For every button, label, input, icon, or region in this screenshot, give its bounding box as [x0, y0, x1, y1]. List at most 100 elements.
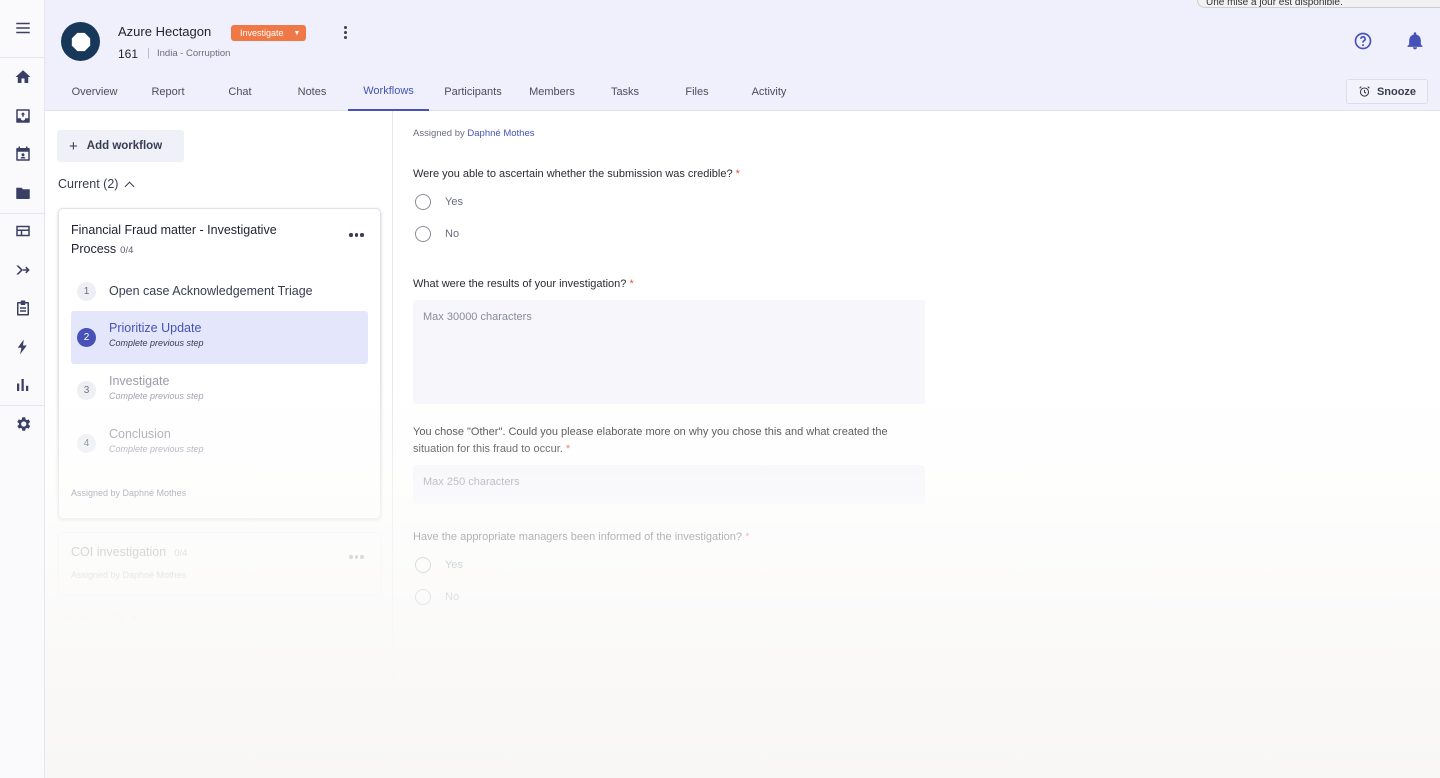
results-textarea[interactable]: Max 30000 characters	[413, 300, 925, 404]
assigned-prefix: Assigned by	[413, 128, 465, 139]
question-text: What were the results of your investigat…	[413, 278, 627, 290]
previous-workflows-toggle[interactable]: Previous (2) ▾	[58, 611, 137, 625]
radio-managers-no[interactable]: No	[415, 589, 459, 605]
required-mark: *	[745, 531, 750, 543]
question-results: What were the results of your investigat…	[413, 276, 634, 293]
tab-participants[interactable]: Participants	[437, 72, 509, 111]
step-number: 2	[77, 328, 96, 347]
snooze-button[interactable]: Snooze	[1346, 79, 1428, 104]
tab-chat[interactable]: Chat	[205, 72, 275, 111]
calendar-icon[interactable]	[0, 137, 45, 171]
case-logo	[61, 22, 100, 61]
workflow-card[interactable]: COI investigation 0/4 Assigned by Daphné …	[58, 532, 381, 595]
plus-icon: +	[69, 137, 78, 155]
chevron-down-icon: ▾	[130, 611, 137, 625]
tab-activity[interactable]: Activity	[738, 72, 800, 111]
alarm-clock-icon	[1359, 86, 1370, 97]
radio-managers-yes[interactable]: Yes	[415, 557, 463, 573]
tab-members[interactable]: Members	[517, 72, 587, 111]
workflow-title-text: Financial Fraud matter - Investigative P…	[71, 223, 277, 256]
workflow-assigned: Assigned by Daphné Mothes	[71, 570, 187, 580]
question-credible: Were you able to ascertain whether the s…	[413, 166, 740, 183]
required-mark: *	[565, 443, 571, 455]
add-workflow-label: Add workflow	[86, 140, 163, 152]
step-status: Complete previous step	[109, 391, 204, 401]
question-text-line1: You chose "Other". Could you please elab…	[413, 426, 888, 438]
radio-label: No	[445, 591, 460, 603]
radio-circle[interactable]	[415, 194, 431, 210]
workflow-step-form: Assigned by Daphné Mothes Were you able …	[394, 111, 1440, 778]
tab-report[interactable]: Report	[136, 72, 200, 111]
home-icon[interactable]	[0, 60, 45, 94]
current-workflows-toggle[interactable]: Current (2)	[58, 177, 135, 191]
menu-icon[interactable]	[0, 11, 45, 45]
radio-label: No	[445, 228, 460, 240]
add-workflow-button[interactable]: + Add workflow	[57, 130, 184, 162]
bell-icon[interactable]	[1405, 31, 1425, 51]
question-other-elaborate: You chose "Other". Could you please elab…	[413, 424, 888, 458]
lightning-icon[interactable]	[0, 330, 45, 364]
folder-icon[interactable]	[0, 176, 45, 210]
caret-down-icon: ▼	[293, 29, 301, 37]
workflow-step[interactable]: 4 Conclusion Complete previous step	[71, 417, 368, 470]
question-managers-informed: Have the appropriate managers been infor…	[413, 529, 749, 546]
merge-arrow-icon[interactable]	[0, 253, 45, 287]
tab-workflows[interactable]: Workflows	[348, 72, 429, 111]
case-separator: |	[147, 47, 150, 59]
octagon-icon	[71, 32, 90, 51]
step-label: Investigate	[109, 374, 170, 388]
snooze-label: Snooze	[1376, 85, 1417, 98]
step-number: 4	[77, 434, 96, 453]
question-text: Have the appropriate managers been infor…	[413, 531, 742, 543]
step-number: 3	[77, 381, 96, 400]
question-text-line2: situation for this fraud to occur.	[413, 443, 563, 455]
question-text: Were you able to ascertain whether the s…	[413, 168, 733, 180]
radio-circle[interactable]	[415, 589, 431, 605]
form-assigned-by: Assigned by Daphné Mothes	[413, 128, 534, 139]
required-mark: *	[735, 168, 740, 180]
step-status: Complete previous step	[109, 444, 204, 454]
status-dropdown[interactable]: Investigate ▼	[231, 25, 307, 41]
step-number: 1	[77, 282, 96, 301]
case-number: 161	[118, 47, 139, 61]
help-icon[interactable]	[1353, 31, 1373, 51]
workflow-progress: 0/4	[120, 245, 134, 256]
more-horizontal-icon[interactable]	[349, 555, 364, 559]
chevron-up-icon	[124, 181, 135, 191]
more-vertical-icon[interactable]	[337, 23, 353, 41]
radio-credible-yes[interactable]: Yes	[415, 194, 463, 210]
status-label: Investigate	[240, 28, 284, 38]
inbox-icon[interactable]	[0, 99, 45, 133]
workflow-step-active[interactable]: 2 Prioritize Update Complete previous st…	[71, 311, 368, 364]
table-icon[interactable]	[0, 214, 45, 248]
workflow-title: Financial Fraud matter - Investigative P…	[71, 221, 321, 260]
tab-overview[interactable]: Overview	[58, 72, 131, 111]
workflow-card[interactable]: Financial Fraud matter - Investigative P…	[58, 208, 381, 519]
radio-label: Yes	[445, 559, 463, 571]
radio-credible-no[interactable]: No	[415, 226, 459, 242]
update-toast[interactable]: Une mise à jour est disponible.	[1197, 0, 1440, 8]
workflow-list-panel: + Add workflow Current (2) Financial Fra…	[45, 111, 393, 778]
radio-circle[interactable]	[415, 226, 431, 242]
clipboard-icon[interactable]	[0, 291, 45, 325]
workflow-assigned: Assigned by Daphné Mothes	[71, 488, 187, 498]
workflow-title: COI investigation 0/4	[71, 545, 187, 559]
elaborate-textarea[interactable]: Max 250 characters	[413, 465, 925, 504]
step-label: Open case Acknowledgement Triage	[109, 284, 313, 298]
current-heading: Current (2)	[58, 177, 119, 191]
step-status: Complete previous step	[109, 338, 204, 348]
workflow-step[interactable]: 3 Investigate Complete previous step	[71, 364, 368, 417]
more-horizontal-icon[interactable]	[349, 233, 364, 237]
tab-notes[interactable]: Notes	[280, 72, 344, 111]
tab-tasks[interactable]: Tasks	[594, 72, 656, 111]
bar-chart-icon[interactable]	[0, 368, 45, 402]
case-name: Azure Hectagon	[118, 24, 212, 39]
radio-label: Yes	[445, 196, 463, 208]
left-nav-rail	[0, 0, 45, 778]
radio-circle[interactable]	[415, 557, 431, 573]
gear-icon[interactable]	[0, 407, 45, 441]
workflow-progress: 0/4	[174, 548, 188, 559]
step-label: Conclusion	[109, 427, 171, 441]
assigned-name[interactable]: Daphné Mothes	[467, 128, 534, 139]
tab-files[interactable]: Files	[663, 72, 731, 111]
